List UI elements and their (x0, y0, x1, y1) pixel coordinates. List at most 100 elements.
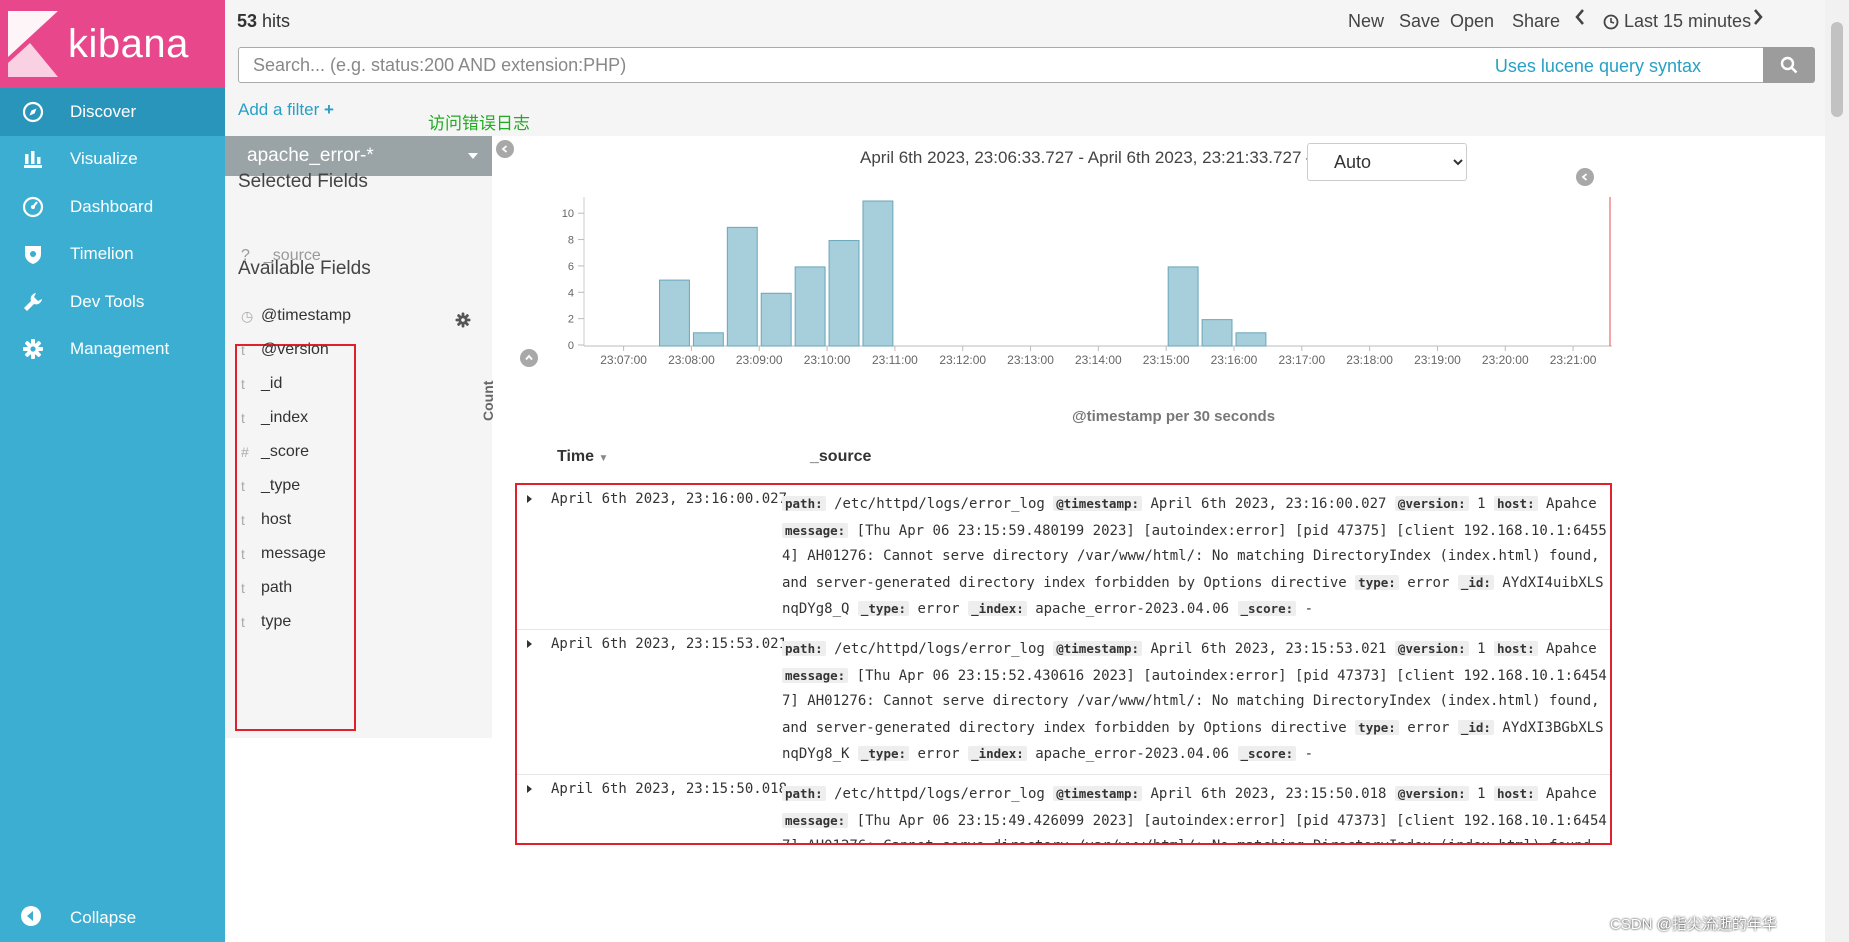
save-button[interactable]: Save (1399, 11, 1440, 32)
histogram-bar (726, 226, 758, 347)
field-item[interactable]: t type (241, 610, 291, 634)
row-source: path: /etc/httpd/logs/error_log @timesta… (782, 781, 1607, 843)
key-message: message: (782, 812, 849, 828)
column-header-source: _source (810, 448, 872, 465)
new-button[interactable]: New (1348, 11, 1384, 32)
histogram-bar (1201, 319, 1233, 347)
x-tick-label: 23:19:00 (1414, 353, 1461, 367)
time-picker-button[interactable]: Last 15 minutes (1603, 11, 1751, 32)
x-tick-label: 23:14:00 (1075, 353, 1122, 367)
field-item[interactable]: t _index (241, 406, 308, 430)
filter-bar: Add a filter + 访问错误日志 (225, 86, 1825, 136)
expand-row-icon[interactable] (527, 640, 532, 648)
table-row[interactable]: April 6th 2023, 23:15:53.021 path: /etc/h… (517, 630, 1610, 775)
lucene-syntax-link[interactable]: Uses lucene query syntax (1495, 56, 1701, 77)
chart-options-icon[interactable] (1576, 168, 1594, 186)
key-message: message: (782, 522, 849, 538)
field-item[interactable]: # _score (241, 440, 309, 464)
sort-down-icon: ▼ (598, 453, 609, 464)
key-type: type: (1355, 719, 1399, 735)
histogram-bar (760, 292, 792, 347)
table-row[interactable]: April 6th 2023, 23:16:00.027 path: /etc/h… (517, 485, 1610, 630)
key-timestamp: @timestamp: (1053, 786, 1143, 801)
expand-row-icon[interactable] (527, 495, 532, 503)
field-item[interactable]: t _id (241, 372, 282, 396)
chevron-left-icon (1575, 9, 1584, 25)
collapse-chart-icon[interactable] (520, 349, 538, 367)
sidebar-item-label: Dev Tools (70, 291, 145, 311)
field-type-icon: t (241, 478, 245, 494)
top-bar: 53 hits New Save Open Share Last 15 minu… (225, 0, 1825, 42)
field-type-icon: t (241, 614, 245, 630)
kibana-logo-icon (8, 11, 58, 77)
key-timestamp: @timestamp: (1053, 496, 1143, 511)
row-time: April 6th 2023, 23:15:50.018 (551, 781, 788, 797)
annotation-text: 访问错误日志 (428, 114, 530, 133)
key-type: type: (1355, 574, 1399, 590)
column-header-time[interactable]: Time ▼ (557, 448, 608, 466)
plus-icon: + (324, 100, 334, 119)
histogram-bar (794, 266, 826, 347)
expand-row-icon[interactable] (527, 785, 532, 793)
hits-number: 53 (237, 11, 258, 31)
field-item[interactable]: t @version (241, 338, 329, 362)
discover-main: April 6th 2023, 23:06:33.727 - April 6th… (480, 136, 1825, 942)
add-filter-button[interactable]: Add a filter + (238, 100, 334, 120)
kibana-app: kibana Discover Visualize Dashboard Timelio… (0, 0, 1849, 942)
field-type-icon: t (241, 376, 245, 392)
histogram-bar (692, 332, 724, 347)
prev-time-button[interactable] (1574, 7, 1586, 32)
key-_type: _type: (857, 746, 910, 761)
bar-chart-icon (20, 146, 46, 172)
sidebar-item-dev-tools[interactable]: Dev Tools (0, 278, 225, 326)
field-name: _id (261, 375, 283, 392)
field-item[interactable]: t _type (241, 474, 300, 498)
time-range-text: April 6th 2023, 23:06:33.727 - April 6th… (860, 148, 1324, 167)
histogram-bar (659, 279, 690, 347)
key-score: _score: (1237, 601, 1297, 616)
field-type-icon: ◷ (241, 307, 254, 324)
field-item[interactable]: t path (241, 576, 292, 600)
hits-count: 53 hits (237, 11, 290, 32)
x-tick-label: 23:17:00 (1278, 353, 1325, 367)
y-tick-label: 6 (568, 261, 574, 273)
key-host: host: (1493, 641, 1538, 656)
open-button[interactable]: Open (1450, 11, 1494, 32)
search-bar: Uses lucene query syntax (225, 42, 1825, 86)
key-host: host: (1493, 496, 1538, 511)
sidebar-item-label: Visualize (70, 149, 138, 169)
field-item[interactable]: t message (241, 542, 326, 566)
sidebar-item-visualize[interactable]: Visualize (0, 136, 225, 184)
histogram-bar (1235, 332, 1267, 347)
available-fields-highlight (235, 344, 356, 731)
field-item[interactable]: ◷ @timestamp (241, 304, 351, 328)
x-tick-label: 23:15:00 (1143, 353, 1190, 367)
key-index: _index: (968, 746, 1027, 761)
row-time: April 6th 2023, 23:16:00.027 (551, 491, 788, 507)
histogram-bar (862, 200, 894, 347)
sidebar-item-timelion[interactable]: Timelion (0, 231, 225, 279)
key-id: _id: (1457, 719, 1494, 735)
table-row[interactable]: April 6th 2023, 23:15:50.018 path: /etc/h… (517, 775, 1610, 843)
next-time-button[interactable] (1752, 7, 1764, 32)
available-fields-heading: Available Fields (238, 258, 371, 279)
hits-label: hits (262, 11, 291, 31)
sidebar-item-dashboard[interactable]: Dashboard (0, 183, 225, 231)
index-pattern-selector[interactable]: apache_error-* (225, 136, 492, 176)
scrollbar-thumb[interactable] (1831, 22, 1843, 117)
collapse-button[interactable]: Collapse (0, 894, 225, 942)
kibana-logo[interactable]: kibana (0, 0, 225, 88)
field-item[interactable]: t host (241, 508, 291, 532)
clock-icon (1603, 14, 1619, 29)
collapse-sidebar-icon[interactable] (496, 140, 514, 158)
x-tick-label: 23:10:00 (804, 353, 851, 367)
sidebar-item-discover[interactable]: Discover (0, 88, 225, 136)
sidebar-item-management[interactable]: Management (0, 326, 225, 374)
search-button[interactable] (1763, 47, 1815, 83)
share-button[interactable]: Share (1512, 11, 1560, 32)
interval-select[interactable]: Auto (1307, 143, 1467, 181)
row-time: April 6th 2023, 23:15:53.021 (551, 636, 788, 652)
chevron-right-icon (1754, 9, 1763, 25)
page-scrollbar[interactable] (1825, 0, 1849, 942)
field-settings-gear-icon[interactable] (453, 310, 473, 330)
